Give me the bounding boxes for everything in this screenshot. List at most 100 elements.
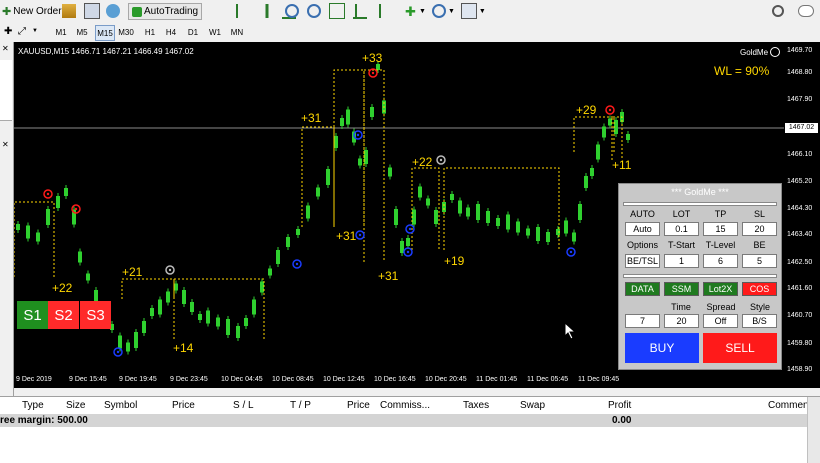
column-header[interactable]: Comment [768,400,811,411]
candle-body [450,194,454,200]
chevron-down-icon[interactable]: ▼ [479,8,486,15]
chevron-down-icon[interactable]: ▼ [419,8,426,15]
chat-icon[interactable] [798,3,814,19]
timeframe-m15-button[interactable]: M15 [95,25,115,41]
timeframe-w1-button[interactable]: W1 [206,25,224,39]
chevron-down-icon[interactable]: ▼ [32,28,38,34]
draw-tools-icon[interactable]: ⤢ [18,26,26,37]
pips-annotation: +14 [173,341,194,355]
lot-input[interactable]: 0.1 [664,222,699,236]
search-icon[interactable] [772,3,784,19]
margin-row[interactable]: ree margin: 500.00 0.00 [0,414,808,427]
column-header[interactable]: Taxes [463,400,489,411]
tile-windows-icon[interactable] [329,3,345,19]
candle-body [206,310,210,324]
chevron-down-icon[interactable]: ▼ [448,8,455,15]
panel-label: Style [749,302,770,312]
pips-annotation: +22 [52,281,73,295]
candle-body [306,205,310,219]
tp-input[interactable]: 15 [703,222,738,236]
close-icon[interactable]: ✕ [2,140,9,149]
zoom-out-icon[interactable] [307,4,321,18]
candle-body [126,342,130,352]
scrollbar[interactable] [0,60,12,121]
candle-body [358,158,362,166]
close-icon[interactable]: ✕ [2,44,9,53]
time-start-input[interactable]: 7 [625,314,660,328]
new-order-button[interactable]: ✚ New Order [2,3,62,19]
templates-icon[interactable] [460,3,477,19]
style-select[interactable]: B/S [742,314,777,328]
candle-body [16,224,20,230]
signal-s1-button[interactable]: S1 [17,301,48,329]
data-button[interactable]: DATA [625,282,660,296]
timeframe-m1-button[interactable]: M1 [52,25,70,39]
column-header[interactable]: Price [172,400,195,411]
new-order-label: New Order [13,5,62,17]
candlestick-icon[interactable] [260,4,274,18]
chart-shift-icon[interactable] [355,4,371,18]
buy-button[interactable]: BUY [625,333,699,363]
terminal-scrollbar[interactable] [807,397,820,463]
neutral-signal-dot [439,158,443,162]
column-header[interactable]: Profit [608,400,631,411]
spread-select[interactable]: Off [703,314,738,328]
cursor-tool-icon[interactable]: ✚ [4,26,12,37]
autotrading-button[interactable]: AutoTrading [128,3,203,20]
price-tick-label: 1467.90 [787,96,813,103]
autotrading-icon [132,6,142,17]
timeframe-d1-button[interactable]: D1 [184,25,202,39]
column-header[interactable]: Size [66,400,85,411]
sl-input[interactable]: 20 [742,222,777,236]
date-tick-label: 10 Dec 12:45 [323,376,365,383]
candle-body [56,196,60,208]
be-input[interactable]: 5 [742,254,777,268]
candle-body [418,186,422,198]
candle-body [394,209,398,225]
buy-signal-dot [295,262,299,266]
bar-chart-icon[interactable] [236,4,252,18]
column-header[interactable]: Swap [520,400,545,411]
pips-annotation: +22 [412,155,433,169]
column-header[interactable]: Price [347,400,370,411]
sell-signal-dot [608,108,612,112]
buy-signal-dot [406,250,410,254]
current-price-tag: 1467.02 [785,123,818,133]
signal-s2-button[interactable]: S2 [48,301,79,329]
auto-select[interactable]: Auto [625,222,660,236]
column-header[interactable]: T / P [290,400,311,411]
timeframe-h4-button[interactable]: H4 [162,25,180,39]
indicators-icon[interactable]: ✚ [405,4,419,19]
print-icon[interactable] [84,3,100,19]
tlevel-input[interactable]: 6 [703,254,738,268]
zoom-in-icon[interactable] [285,4,299,18]
timeframe-m30-button[interactable]: M30 [117,25,135,39]
price-tick-label: 1464.30 [787,205,813,212]
ssm-button[interactable]: SSM [664,282,699,296]
options-select[interactable]: BE/TSL [625,254,660,268]
date-tick-label: 10 Dec 04:45 [221,376,263,383]
tstart-input[interactable]: 1 [664,254,699,268]
autoscroll-icon[interactable] [379,4,395,18]
globe-icon[interactable] [106,4,120,18]
price-tick-label: 1459.80 [787,340,813,347]
column-header[interactable]: Symbol [104,400,137,411]
gold-bars-icon[interactable] [62,4,76,18]
column-header[interactable]: S / L [233,400,254,411]
periods-clock-icon[interactable] [431,4,446,18]
candle-body [64,188,68,196]
neutral-signal-dot [168,268,172,272]
lot2x-button[interactable]: Lot2X [703,282,738,296]
candle-body [166,291,170,303]
time-end-input[interactable]: 20 [664,314,699,328]
column-header[interactable]: Commiss... [380,400,430,411]
timeframe-h1-button[interactable]: H1 [141,25,159,39]
timeframe-mn-button[interactable]: MN [228,25,246,39]
panel-label: AUTO [630,209,655,219]
signal-s3-button[interactable]: S3 [80,301,111,329]
cos-button[interactable]: COS [742,282,777,296]
timeframe-m5-button[interactable]: M5 [73,25,91,39]
winloss-label: WL = 90% [714,64,770,78]
column-header[interactable]: Type [22,400,44,411]
sell-button[interactable]: SELL [703,333,777,363]
